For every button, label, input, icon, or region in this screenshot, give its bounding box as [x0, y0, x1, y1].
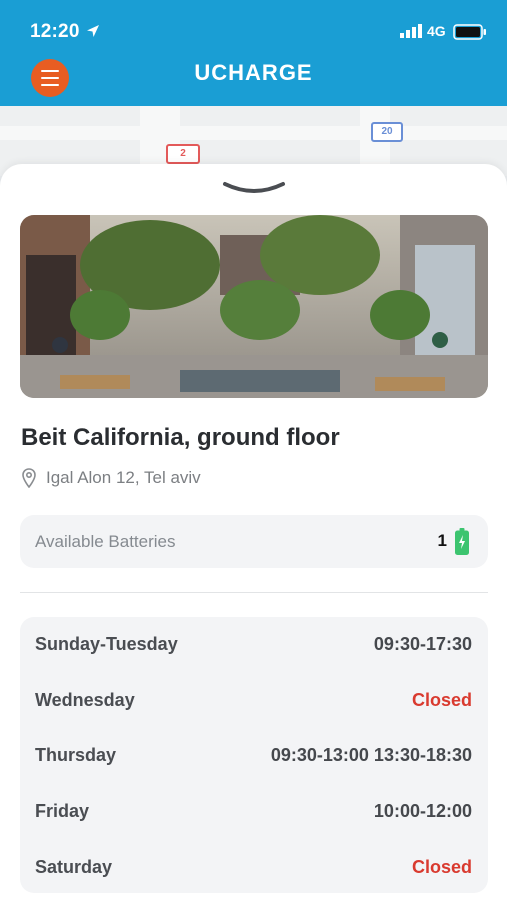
hours-time: 09:30-13:00 13:30-18:30: [270, 744, 472, 765]
hours-time: 10:00-12:00: [373, 800, 472, 821]
hours-time-closed: Closed: [411, 689, 472, 710]
status-time: 12:20: [30, 21, 80, 42]
app-header: 12:20 4G UCHARGE: [0, 0, 507, 106]
hours-time: 09:30-17:30: [373, 633, 472, 654]
available-batteries-label: Available Batteries: [35, 532, 176, 551]
opening-hours-card: Sunday-Tuesday 09:30-17:30 Wednesday Clo…: [20, 617, 488, 893]
hours-day: Sunday-Tuesday: [35, 633, 178, 654]
map-road-sign: 20: [371, 122, 403, 142]
network-type: 4G: [427, 23, 446, 39]
hours-day: Friday: [35, 800, 90, 821]
hours-row: Thursday 09:30-13:00 13:30-18:30: [35, 743, 472, 767]
signal-icon: [400, 24, 422, 38]
hours-day: Wednesday: [35, 689, 135, 710]
hours-row: Sunday-Tuesday 09:30-17:30: [35, 632, 472, 656]
hours-day: Saturday: [35, 856, 113, 877]
hours-row: Saturday Closed: [35, 855, 472, 879]
address-row: Igal Alon 12, Tel aviv: [22, 468, 201, 488]
battery-icon: [453, 24, 486, 40]
location-photo: [20, 215, 488, 398]
hours-day: Thursday: [35, 744, 117, 765]
app-title: UCHARGE: [194, 60, 313, 85]
divider: [20, 592, 488, 593]
hours-row: Friday 10:00-12:00: [35, 799, 472, 823]
map-road-sign: 2: [166, 144, 200, 164]
battery-charging-icon: [455, 528, 469, 555]
location-arrow-icon: [87, 25, 99, 37]
location-title: Beit California, ground floor: [21, 424, 340, 451]
status-bar: 12:20 4G: [0, 0, 507, 56]
location-address: Igal Alon 12, Tel aviv: [46, 468, 201, 487]
map-pin-icon: [22, 468, 36, 488]
hours-row: Wednesday Closed: [35, 688, 472, 712]
handle-chevron-icon[interactable]: [222, 180, 286, 196]
available-batteries-card: Available Batteries 1: [20, 515, 488, 568]
hours-time-closed: Closed: [411, 856, 472, 877]
available-batteries-count: 1: [437, 531, 447, 550]
